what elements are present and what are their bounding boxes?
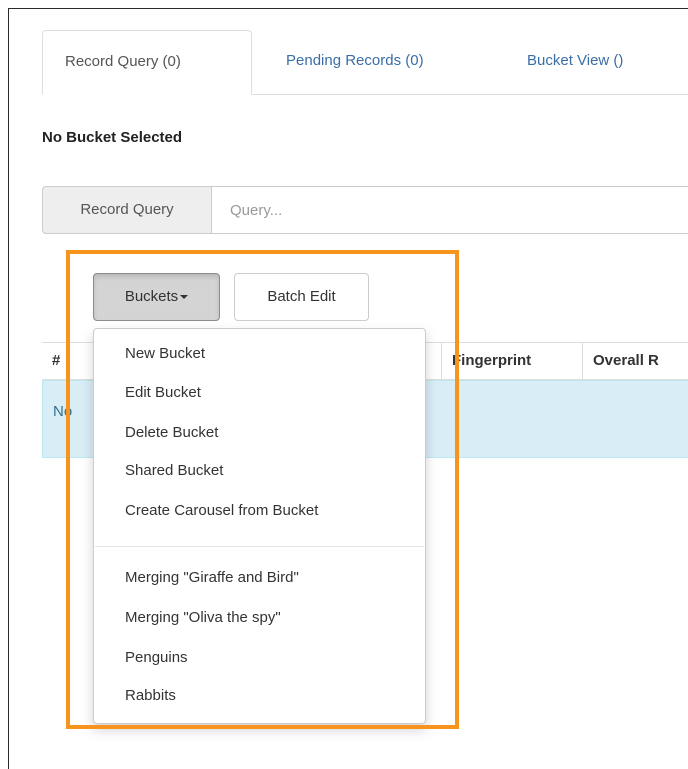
tab-bucket-view[interactable]: Bucket View () [505,30,645,94]
record-query-label: Record Query [42,186,212,234]
column-header-fingerprint[interactable]: Fingerprint [441,343,531,379]
menu-item-delete-bucket[interactable]: Delete Bucket [125,424,218,441]
menu-item-bucket-giraffe-bird[interactable]: Merging "Giraffe and Bird" [125,569,299,586]
caret-down-icon [180,295,189,300]
batch-edit-button[interactable]: Batch Edit [234,273,369,321]
buckets-dropdown-button[interactable]: Buckets [93,273,220,321]
tab-pending-records[interactable]: Pending Records (0) [264,30,446,94]
bucket-status-heading: No Bucket Selected [42,129,183,146]
menu-item-new-bucket[interactable]: New Bucket [125,345,205,362]
menu-item-shared-bucket[interactable]: Shared Bucket [125,462,223,479]
menu-item-create-carousel[interactable]: Create Carousel from Bucket [125,502,318,519]
query-input[interactable] [211,186,688,234]
record-query-group: Record Query [42,186,688,234]
buckets-dropdown-menu: New Bucket Edit Bucket Delete Bucket Sha… [93,328,426,724]
column-header-overall[interactable]: Overall R [582,343,659,379]
menu-divider [95,546,424,547]
tab-bar: Record Query (0) Pending Records (0) Buc… [42,30,688,95]
tab-record-query[interactable]: Record Query (0) [42,30,252,95]
column-header-number[interactable]: # [42,343,60,379]
menu-item-bucket-rabbits[interactable]: Rabbits [125,687,176,704]
menu-item-edit-bucket[interactable]: Edit Bucket [125,384,201,401]
menu-item-bucket-oliva-spy[interactable]: Merging "Oliva the spy" [125,609,281,626]
menu-item-bucket-penguins[interactable]: Penguins [125,649,188,666]
buckets-button-label: Buckets [124,288,179,305]
